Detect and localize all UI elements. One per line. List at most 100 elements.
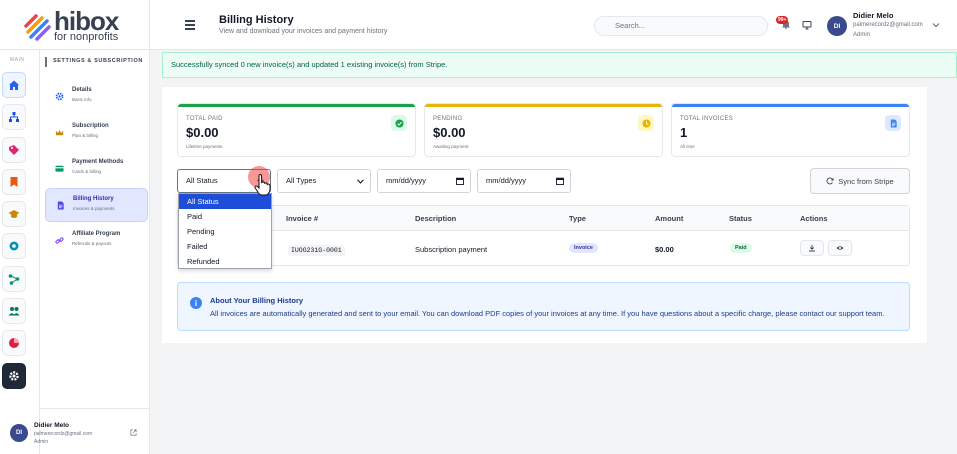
status-dropdown-menu: All Status Paid Pending Failed Refunded: [178, 193, 272, 269]
settings-item-sub: Invoices & payments: [73, 206, 115, 211]
brand-area: hibox for nonprofits: [0, 0, 150, 50]
info-icon: i: [190, 297, 202, 309]
column-header-amount: Amount: [655, 214, 684, 223]
settings-item-title: Subscription: [72, 123, 109, 129]
date-from-input[interactable]: mm/dd/yyyy: [377, 169, 471, 193]
invoice-description: Subscription payment: [415, 245, 488, 254]
status-badge: Paid: [730, 243, 752, 253]
page-title: Billing History: [219, 14, 294, 26]
chevron-down-icon[interactable]: [932, 22, 940, 28]
menu-toggle-icon[interactable]: [185, 20, 195, 30]
stat-card-total-invoices: TOTAL INVOICES 1 All time: [671, 103, 910, 157]
monitor-icon[interactable]: [802, 20, 812, 30]
check-circle-icon: [391, 115, 407, 131]
settings-item-payment-methods[interactable]: Payment Methods Cards & billing: [45, 152, 148, 186]
date-to-value: mm/dd/yyyy: [486, 176, 527, 185]
table-header: Invoice # Description Type Amount Status…: [178, 206, 909, 231]
rail-badge-button[interactable]: [2, 233, 26, 259]
download-icon: [809, 245, 815, 252]
header-user-role: Admin: [853, 32, 871, 38]
sync-button-label: Sync from Stripe: [838, 176, 894, 186]
stat-sub: Awaiting payment: [433, 144, 469, 149]
calendar-icon[interactable]: [556, 177, 564, 185]
header-avatar[interactable]: DI: [827, 16, 847, 36]
status-filter-value: All Status: [186, 176, 218, 185]
settings-item-title: Details: [72, 87, 92, 93]
settings-item-details[interactable]: Details Basic info: [45, 80, 148, 114]
view-button[interactable]: [828, 240, 852, 256]
billing-info-box: i About Your Billing History All invoice…: [177, 282, 910, 331]
billing-panel: TOTAL PAID $0.00 Lifetime payments PENDI…: [162, 87, 927, 343]
settings-item-subscription[interactable]: Subscription Plan & billing: [45, 116, 148, 150]
search-input[interactable]: Search...: [594, 16, 768, 36]
status-option-pending[interactable]: Pending: [179, 224, 271, 239]
invoice-table: Invoice # Description Type Amount Status…: [177, 205, 910, 266]
header-user-name: Didier Melo: [853, 11, 894, 20]
hand-cursor-icon: [254, 174, 271, 196]
chevron-down-icon: [357, 179, 364, 184]
stat-label: TOTAL INVOICES: [680, 116, 734, 122]
rail-network-button[interactable]: [2, 266, 26, 292]
stat-value: 1: [680, 125, 688, 140]
rail-settings-button[interactable]: [2, 363, 26, 389]
graduation-cap-icon: [8, 210, 20, 218]
document-icon: [885, 115, 901, 131]
rail-bookmark-button[interactable]: [2, 169, 26, 195]
settings-icon: [9, 371, 19, 381]
type-filter-select[interactable]: All Types: [277, 169, 371, 193]
logo[interactable]: hibox for nonprofits: [22, 8, 119, 43]
status-option-refunded[interactable]: Refunded: [179, 254, 271, 269]
settings-item-billing-history[interactable]: Billing History Invoices & payments: [45, 188, 148, 222]
rail-reports-button[interactable]: [2, 330, 26, 356]
date-from-value: mm/dd/yyyy: [386, 176, 427, 185]
page-subtitle: View and download your invoices and paym…: [219, 28, 388, 35]
settings-item-sub: Referrals & payouts: [72, 241, 112, 246]
column-header-actions: Actions: [800, 214, 828, 223]
org-chart-icon: [9, 112, 19, 122]
settings-item-sub: Cards & billing: [72, 169, 102, 174]
rail-tag-button[interactable]: [2, 137, 26, 163]
invoice-number: IUOG231G-0001: [288, 245, 345, 256]
link-icon: [54, 235, 64, 245]
rail-home-button[interactable]: [2, 72, 26, 98]
tag-icon: [9, 145, 19, 155]
rail-education-button[interactable]: [2, 201, 26, 227]
settings-item-affiliate-program[interactable]: Affiliate Program Referrals & payouts: [45, 224, 148, 258]
gear-icon: [54, 91, 64, 101]
column-header-invoice: Invoice #: [286, 214, 319, 223]
card-icon: [54, 163, 64, 173]
users-icon: [8, 307, 20, 316]
rail-users-button[interactable]: [2, 298, 26, 324]
status-option-paid[interactable]: Paid: [179, 209, 271, 224]
document-icon: [55, 200, 65, 210]
hibox-logo-icon: [24, 13, 51, 41]
info-title: About Your Billing History: [210, 296, 304, 305]
clock-icon: [638, 115, 654, 131]
external-link-icon[interactable]: [130, 429, 137, 436]
status-option-all[interactable]: All Status: [179, 194, 271, 209]
settings-section-title: SETTINGS & SUBSCRIPTION: [45, 57, 143, 67]
settings-item-title: Affiliate Program: [72, 231, 121, 237]
sync-from-stripe-button[interactable]: Sync from Stripe: [810, 168, 910, 194]
stat-value: $0.00: [433, 125, 466, 140]
download-button[interactable]: [800, 240, 824, 256]
column-header-type: Type: [569, 214, 586, 223]
settings-sidebar: SETTINGS & SUBSCRIPTION Details Basic in…: [10, 50, 150, 454]
type-badge: Invoice: [569, 243, 598, 253]
invoice-amount: $0.00: [655, 245, 674, 254]
brand-tagline: for nonprofits: [54, 31, 119, 43]
sidebar-user-card[interactable]: DI Didier Melo palmerecordz@gmail.com Ad…: [10, 408, 150, 454]
rail-org-button[interactable]: [2, 104, 26, 130]
settings-item-sub: Basic info: [72, 97, 92, 102]
header-user-email: palmerecordz@gmail.com: [853, 22, 923, 28]
sidebar-user-name: Didier Melo: [34, 422, 70, 429]
calendar-icon[interactable]: [456, 177, 464, 185]
stat-sub: All time: [680, 144, 695, 149]
refresh-icon: [826, 177, 834, 185]
sidebar-user-email: palmerecordz@gmail.com: [34, 431, 93, 437]
status-option-failed[interactable]: Failed: [179, 239, 271, 254]
home-icon: [9, 80, 19, 90]
date-to-input[interactable]: mm/dd/yyyy: [477, 169, 571, 193]
eye-icon: [836, 246, 844, 250]
stat-sub: Lifetime payments: [186, 144, 223, 149]
